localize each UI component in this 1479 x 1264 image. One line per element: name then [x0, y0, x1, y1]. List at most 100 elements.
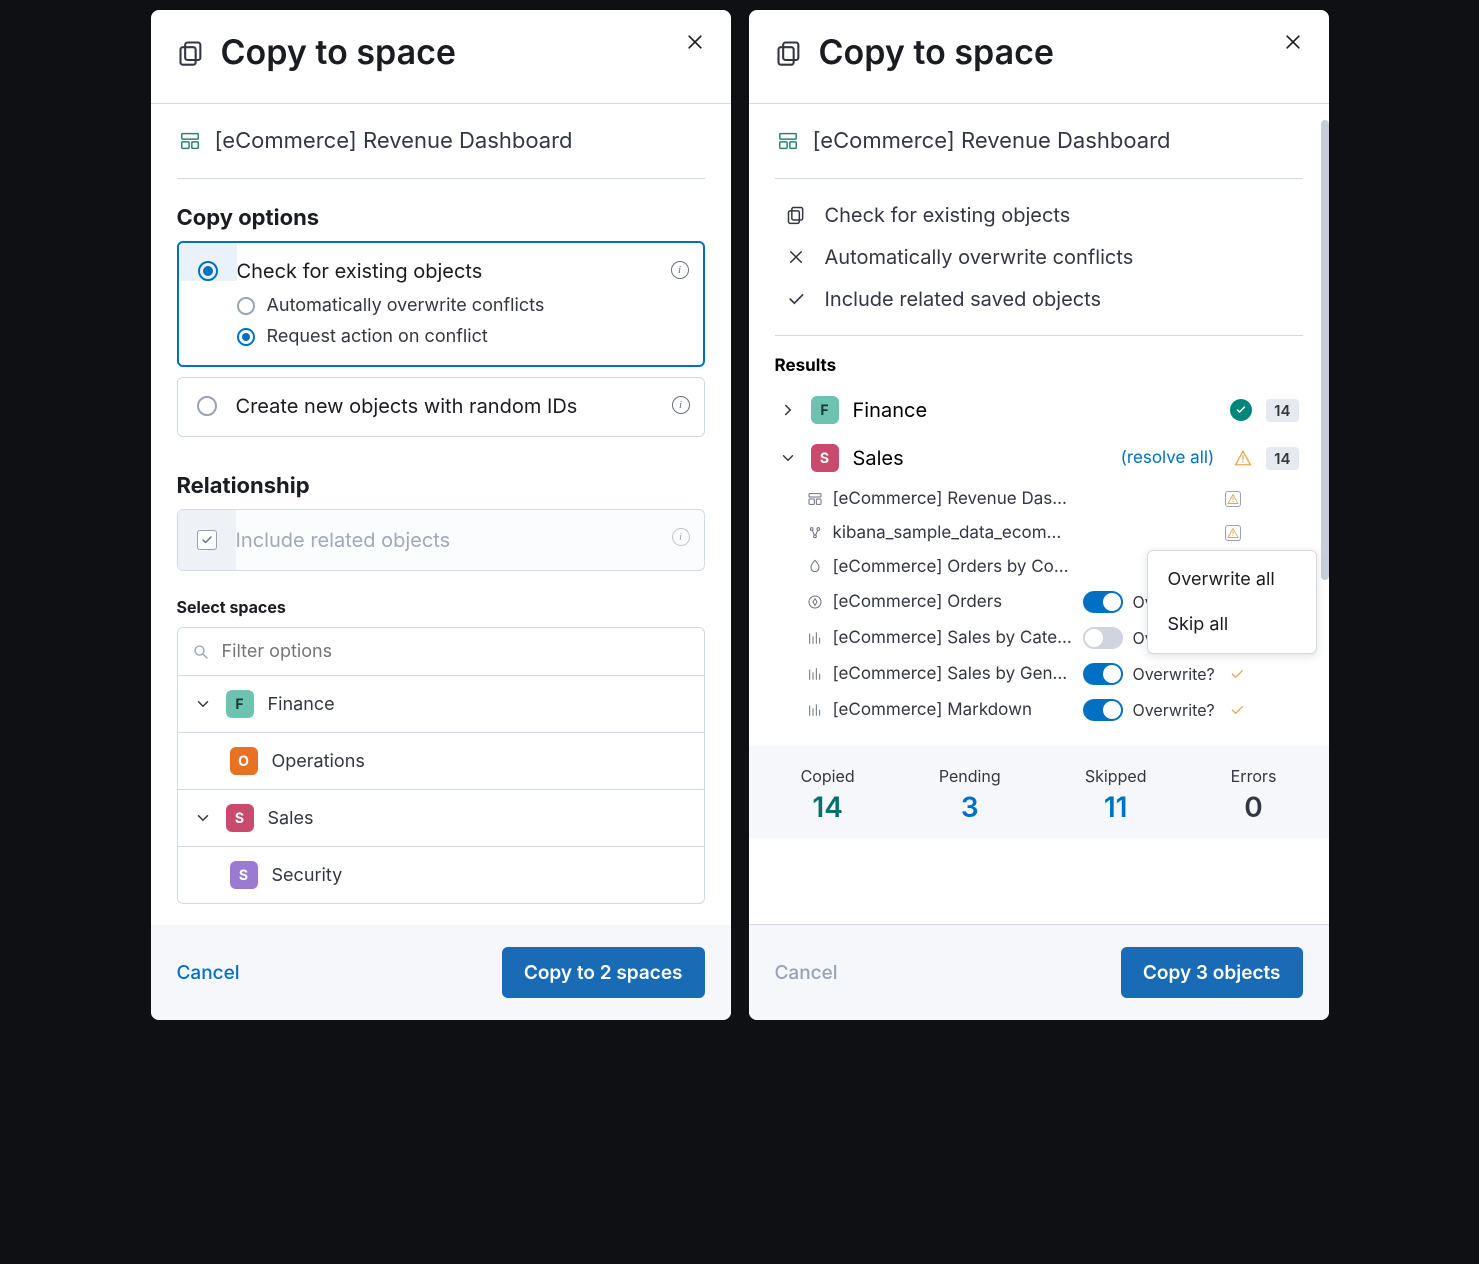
result-count: 14 [1266, 399, 1298, 422]
popover-skip-all[interactable]: Skip all [1148, 602, 1316, 647]
source-object-name: [eCommerce] Revenue Dashboard [813, 128, 1171, 154]
close-button[interactable] [681, 28, 709, 56]
source-object-row: [eCommerce] Revenue Dashboard [177, 104, 705, 179]
summary-check-existing: Check for existing objects [785, 203, 1303, 227]
space-row-security[interactable]: S Security [178, 847, 704, 903]
overwrite-switch[interactable] [1083, 699, 1123, 721]
source-object-name: [eCommerce] Revenue Dashboard [215, 128, 573, 154]
x-icon [787, 248, 805, 266]
suboption-request-action[interactable]: Request action on conflict [237, 326, 689, 347]
result-count: 14 [1266, 447, 1298, 470]
suboption-auto-overwrite-label: Automatically overwrite conflicts [267, 295, 545, 316]
info-icon[interactable]: i [672, 528, 690, 546]
object-label: [eCommerce] Orders [833, 592, 1073, 612]
space-row-finance[interactable]: F Finance [178, 676, 704, 733]
overwrite-switch[interactable] [1083, 591, 1123, 613]
resolve-all-link[interactable]: (resolve all) [1121, 448, 1215, 468]
space-row-sales[interactable]: S Sales [178, 790, 704, 847]
panel-header: Copy to space [749, 10, 1329, 104]
radio-icon [237, 297, 255, 315]
object-type-icon [807, 491, 823, 507]
object-label: [eCommerce] Markdown [833, 700, 1073, 720]
filter-spaces-input[interactable] [220, 640, 690, 663]
info-icon[interactable]: i [671, 261, 689, 279]
warning-icon [1225, 491, 1241, 507]
object-label: [eCommerce] Revenue Dash… [833, 489, 1073, 509]
stat-pending: Pending 3 [939, 766, 1001, 824]
relationship-heading: Relationship [177, 473, 705, 499]
warning-icon [1225, 525, 1241, 541]
object-type-icon [807, 630, 823, 646]
space-badge-operations: O [230, 747, 258, 775]
object-label: kibana_sample_data_ecomm… [833, 523, 1073, 543]
option-create-new-ids[interactable]: Create new objects with random IDs i [177, 377, 705, 437]
close-icon [1283, 32, 1303, 52]
space-row-operations[interactable]: O Operations [178, 733, 704, 790]
space-label: Finance [268, 694, 335, 715]
copy-submit-button[interactable]: Copy to 2 spaces [502, 947, 705, 998]
summary-overwrite-label: Automatically overwrite conflicts [825, 245, 1134, 269]
result-group-sales[interactable]: S Sales (resolve all) 14 [775, 434, 1303, 482]
stat-skipped: Skipped 11 [1085, 766, 1147, 824]
space-badge-sales: S [811, 444, 839, 472]
object-type-icon [807, 702, 823, 718]
check-icon [786, 289, 806, 309]
object-type-icon [807, 666, 823, 682]
object-label: [eCommerce] Sales by Cate… [833, 628, 1073, 648]
result-group-finance[interactable]: F Finance 14 [775, 386, 1303, 434]
chevron-right-icon[interactable] [779, 401, 797, 419]
include-related-objects[interactable]: Include related objects i [177, 509, 705, 571]
success-icon [1230, 399, 1252, 421]
copy-stats: Copied 14 Pending 3 Skipped 11 Errors 0 [749, 746, 1329, 838]
close-button[interactable] [1279, 28, 1307, 56]
results-heading: Results [775, 356, 1303, 376]
info-icon[interactable]: i [672, 396, 690, 414]
copy-to-space-panel-results: Copy to space [eCommerce] Revenue Dashbo… [749, 10, 1329, 1020]
dashboard-icon [179, 130, 201, 152]
summary-include-label: Include related saved objects [825, 287, 1102, 311]
space-label: Security [272, 865, 343, 886]
copy-to-space-panel-step1: Copy to space [eCommerce] Revenue Dashbo… [151, 10, 731, 1020]
copy-icon [177, 39, 205, 67]
panel-title: Copy to space [221, 32, 457, 73]
option-check-existing[interactable]: Check for existing objects Automatically… [177, 241, 705, 367]
object-type-icon [807, 525, 823, 541]
object-type-icon [807, 559, 823, 575]
search-icon [192, 643, 210, 661]
stat-errors: Errors 0 [1231, 766, 1277, 824]
scrollbar[interactable] [1321, 120, 1329, 580]
checkbox-icon [197, 530, 217, 550]
radio-icon [198, 261, 218, 281]
check-icon [1229, 702, 1245, 718]
radio-icon [197, 396, 217, 416]
option-create-new-ids-label: Create new objects with random IDs [236, 394, 690, 418]
space-label: Operations [272, 751, 365, 772]
chevron-down-icon [194, 695, 212, 713]
overwrite-label: Overwrite? [1133, 664, 1219, 684]
chevron-down-icon[interactable] [779, 449, 797, 467]
summary-auto-overwrite: Automatically overwrite conflicts [785, 245, 1303, 269]
copy-options-heading: Copy options [177, 205, 705, 231]
warning-icon [1234, 449, 1252, 467]
options-summary: Check for existing objects Automatically… [775, 179, 1303, 336]
cancel-button[interactable]: Cancel [177, 961, 240, 984]
panel-footer: Cancel Copy 3 objects [749, 924, 1329, 1020]
popover-overwrite-all[interactable]: Overwrite all [1148, 557, 1316, 602]
result-group-name: Sales [853, 446, 1107, 470]
select-spaces-heading: Select spaces [177, 597, 705, 617]
filter-spaces-input-wrapper[interactable] [177, 627, 705, 676]
copy-icon [775, 39, 803, 67]
space-label: Sales [268, 808, 314, 829]
result-object-row: [eCommerce] MarkdownOverwrite? [807, 692, 1303, 728]
panel-title: Copy to space [819, 32, 1055, 73]
chevron-down-icon [194, 809, 212, 827]
copy-submit-button[interactable]: Copy 3 objects [1121, 947, 1303, 998]
space-badge-finance: F [226, 690, 254, 718]
cancel-button[interactable]: Cancel [775, 961, 838, 984]
space-badge-security: S [230, 861, 258, 889]
overwrite-switch[interactable] [1083, 627, 1123, 649]
radio-icon [237, 328, 255, 346]
overwrite-switch[interactable] [1083, 663, 1123, 685]
suboption-auto-overwrite[interactable]: Automatically overwrite conflicts [237, 295, 689, 316]
space-badge-sales: S [226, 804, 254, 832]
